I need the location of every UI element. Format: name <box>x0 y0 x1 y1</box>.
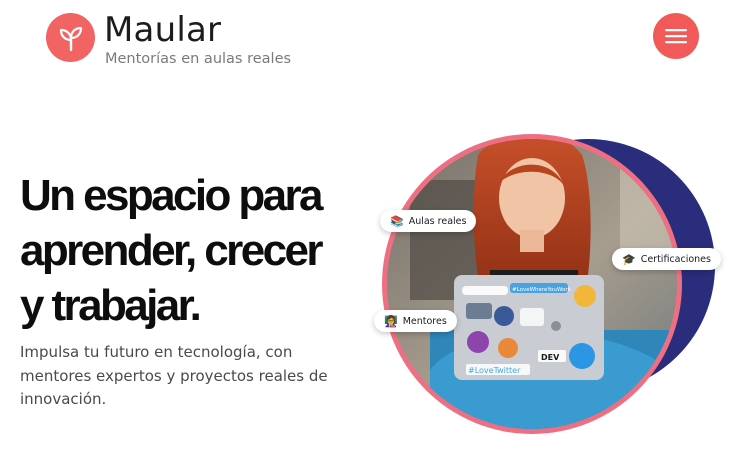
hero-description: Impulsa tu futuro en tecnología, con men… <box>20 341 328 412</box>
hero-title-line: Un espacio para <box>20 171 324 220</box>
hero-title-line: aprender, crecer <box>20 226 323 275</box>
hero-description-line: innovación. <box>20 390 107 408</box>
books-icon: 📚 <box>390 214 404 228</box>
laptop-sticker: #LoveWhereYouWork <box>512 287 572 293</box>
hero-description-line: Impulsa tu futuro en tecnología, con <box>20 343 293 361</box>
badge-mentores: 👩‍🏫 Mentores <box>374 310 457 332</box>
hero-title: Un espacio para aprender, crecer y traba… <box>20 168 360 333</box>
badge-certificaciones: 🎓 Certificaciones <box>612 248 721 270</box>
graduation-cap-icon: 🎓 <box>622 252 636 266</box>
hero-title-line: y trabajar. <box>20 281 202 330</box>
laptop-sticker: DEV <box>541 353 560 362</box>
laptop-sticker: #LoveTwitter <box>468 366 521 375</box>
brand-name[interactable]: Maular <box>104 10 221 50</box>
menu-button[interactable] <box>653 13 699 59</box>
hamburger-icon <box>665 29 687 44</box>
badge-label: Mentores <box>402 315 447 327</box>
site-header: Maular Mentorías en aulas reales <box>0 0 751 90</box>
mentor-icon: 👩‍🏫 <box>384 314 398 328</box>
hero-image: #LoveWhereYouWork #LoveTwitter DEV <box>382 134 715 434</box>
hero-visual: #LoveWhereYouWork #LoveTwitter DEV 📚 Aul… <box>370 120 751 447</box>
brand-tagline: Mentorías en aulas reales <box>105 51 292 67</box>
badge-aulas-reales: 📚 Aulas reales <box>380 210 477 232</box>
badge-label: Aulas reales <box>408 215 467 227</box>
hero-description-line: mentores expertos y proyectos reales de <box>20 366 328 385</box>
logo-sprout-icon[interactable] <box>46 13 95 62</box>
badge-label: Certificaciones <box>640 253 711 265</box>
